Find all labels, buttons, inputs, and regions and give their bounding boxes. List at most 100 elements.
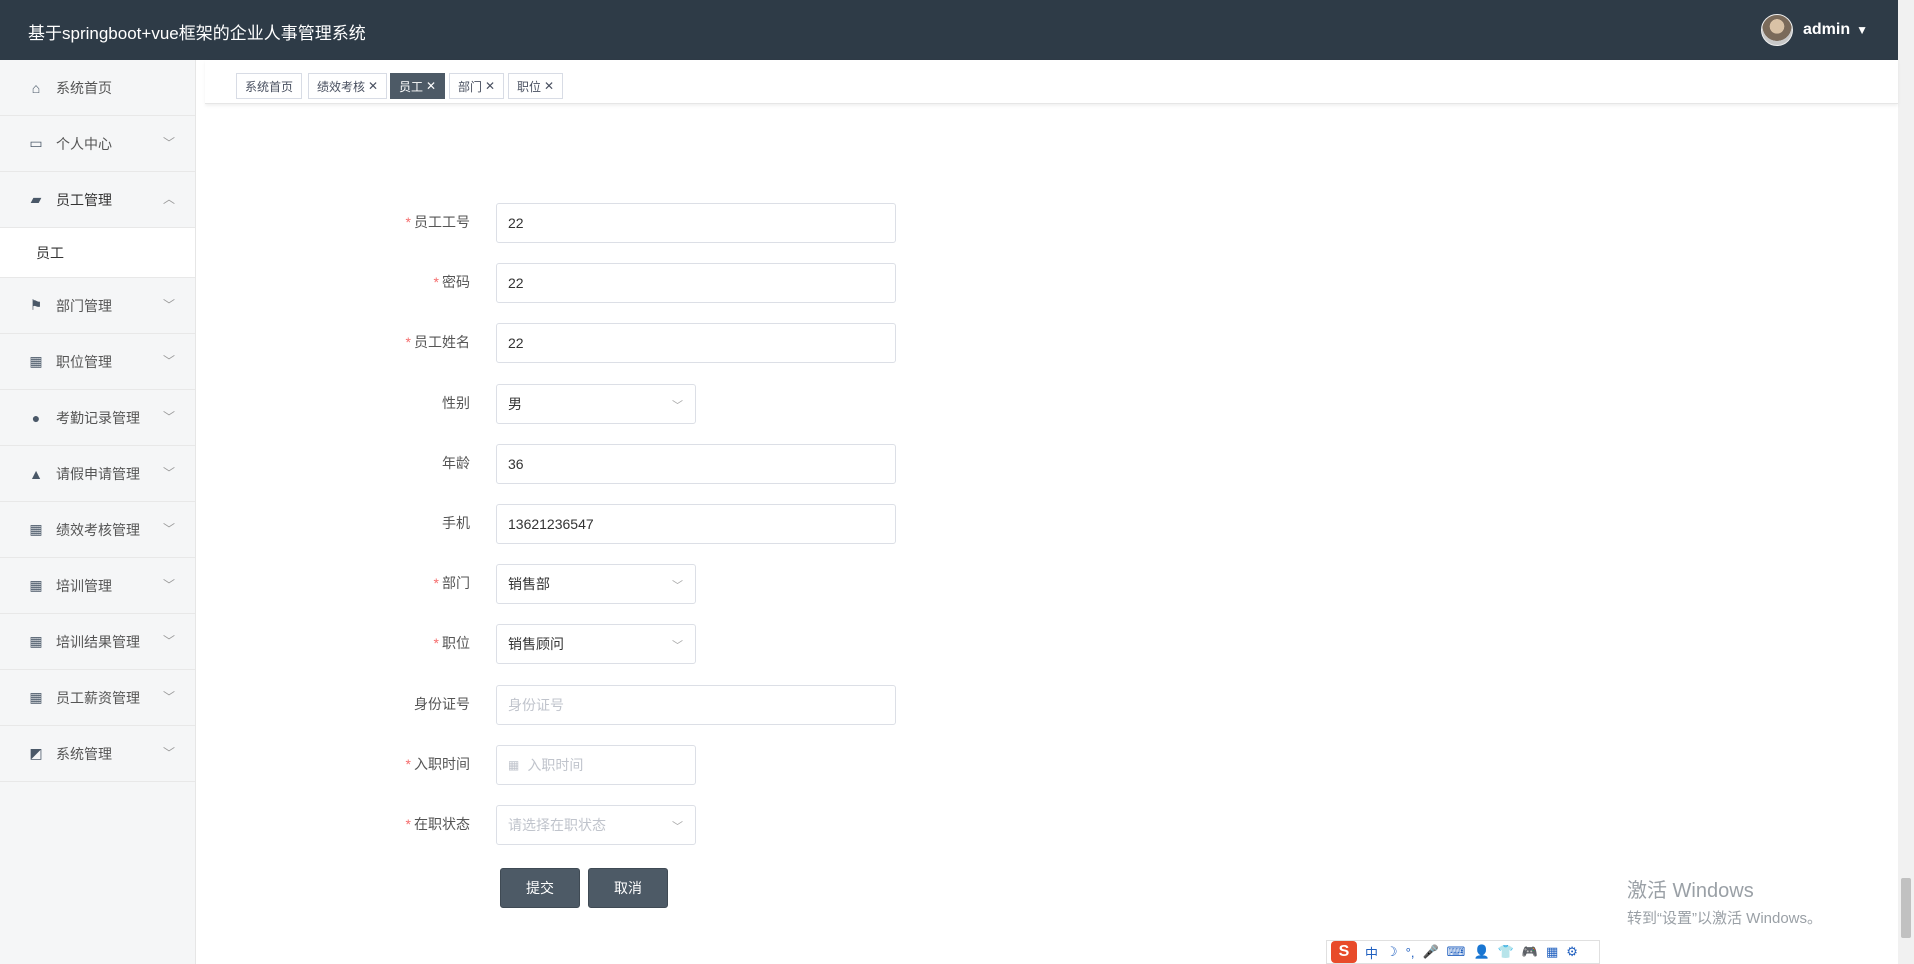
ime-mode-toggle[interactable]: 中 bbox=[1365, 943, 1378, 962]
keyboard-icon[interactable]: ⌨ bbox=[1447, 944, 1466, 960]
tab-label: 职位 bbox=[517, 79, 542, 94]
date-placeholder: 入职时间 bbox=[527, 757, 584, 773]
sidebar-item-training-result[interactable]: ▦ 培训结果管理 ﹀ bbox=[0, 614, 195, 670]
tab-position[interactable]: 职位 ✕ bbox=[508, 73, 564, 99]
field-label: * 员工姓名 bbox=[405, 334, 470, 350]
apps-icon[interactable]: ▦ bbox=[1546, 944, 1558, 960]
field-label: 性别 bbox=[442, 395, 470, 411]
field-employment-status: * 在职状态 请选择在职状态 ﹀ bbox=[380, 802, 900, 845]
sidebar-item-profile[interactable]: ▭ 个人中心 ﹀ bbox=[0, 116, 195, 172]
chevron-down-icon: ﹀ bbox=[672, 400, 683, 412]
microphone-icon[interactable]: 🎤 bbox=[1422, 944, 1438, 960]
id-card-input[interactable]: 身份证号 bbox=[496, 685, 896, 725]
settings-icon[interactable]: ⚙ bbox=[1566, 944, 1578, 960]
field-phone: 手机 13621236547 bbox=[380, 501, 900, 544]
close-icon[interactable]: ✕ bbox=[485, 79, 495, 93]
watermark-line2: 转到“设置”以激活 Windows。 bbox=[1627, 910, 1823, 927]
submit-button[interactable]: 提交 bbox=[500, 868, 580, 908]
punctuation-icon[interactable]: °, bbox=[1406, 945, 1415, 960]
chevron-down-icon: ﹀ bbox=[162, 634, 175, 648]
sidebar-item-employee-mgmt[interactable]: ▰ 员工管理 ︿ bbox=[0, 172, 195, 228]
sidebar-subitem-employee[interactable]: 员工 bbox=[0, 228, 195, 278]
ime-toolbar[interactable]: S 中 ☽ °, 🎤 ⌨ 👤 👕 🎮 ▦ ⚙ bbox=[1326, 940, 1600, 964]
password-input[interactable]: 22 bbox=[496, 263, 896, 303]
close-icon[interactable]: ✕ bbox=[368, 79, 378, 93]
field-label: * 密码 bbox=[433, 274, 470, 290]
sidebar-item-label: 培训结果管理 bbox=[56, 633, 140, 650]
card-icon: ▭ bbox=[29, 135, 43, 151]
sidebar-item-label: 员工薪资管理 bbox=[56, 689, 140, 706]
sidebar-item-training[interactable]: ▦ 培训管理 ﹀ bbox=[0, 558, 195, 614]
windows-activation-watermark: 激活 Windows 转到“设置”以激活 Windows。 bbox=[1627, 874, 1822, 928]
tab-label: 员工 bbox=[399, 79, 424, 94]
field-label: 手机 bbox=[442, 515, 470, 531]
chevron-up-icon: ︿ bbox=[162, 192, 175, 206]
game-icon[interactable]: 🎮 bbox=[1522, 944, 1538, 960]
sidebar-item-attendance[interactable]: ● 考勤记录管理 ﹀ bbox=[0, 390, 195, 446]
tab-department[interactable]: 部门 ✕ bbox=[449, 73, 505, 99]
age-input[interactable]: 36 bbox=[496, 444, 896, 484]
select-value: 男 bbox=[508, 396, 522, 412]
moon-icon[interactable]: ☽ bbox=[1386, 944, 1398, 960]
required-mark: * bbox=[405, 756, 411, 772]
field-label: * 在职状态 bbox=[405, 816, 470, 832]
required-mark: * bbox=[405, 816, 411, 832]
flag-icon: ⚑ bbox=[29, 297, 43, 313]
tab-performance[interactable]: 绩效考核 ✕ bbox=[308, 73, 388, 99]
tab-label: 部门 bbox=[458, 79, 483, 94]
tab-employee[interactable]: 员工 ✕ bbox=[390, 73, 446, 99]
tab-label: 系统首页 bbox=[245, 79, 294, 94]
sidebar-item-label: 考勤记录管理 bbox=[56, 409, 140, 426]
sidebar-item-label: 请假申请管理 bbox=[56, 465, 140, 482]
user-icon: ● bbox=[31, 409, 41, 426]
department-select[interactable]: 销售部 ﹀ bbox=[496, 564, 696, 604]
ticket-icon: ▰ bbox=[30, 191, 42, 207]
position-select[interactable]: 销售顾问 ﹀ bbox=[496, 624, 696, 664]
field-department: * 部门 销售部 ﹀ bbox=[380, 561, 900, 604]
phone-input[interactable]: 13621236547 bbox=[496, 504, 896, 544]
chevron-down-icon: ﹀ bbox=[162, 578, 175, 592]
chevron-down-icon: ﹀ bbox=[162, 298, 175, 312]
close-icon[interactable]: ✕ bbox=[544, 79, 554, 93]
field-label: 身份证号 bbox=[414, 696, 470, 712]
sidebar-item-salary[interactable]: ▦ 员工薪资管理 ﹀ bbox=[0, 670, 195, 726]
tags-view: 系统首页 绩效考核 ✕ 员工 ✕ 部门 ✕ 职位 ✕ bbox=[205, 60, 1898, 104]
sidebar-item-department[interactable]: ⚑ 部门管理 ﹀ bbox=[0, 278, 195, 334]
employee-name-input[interactable]: 22 bbox=[496, 323, 896, 363]
select-value: 销售部 bbox=[508, 576, 550, 592]
user-menu[interactable]: admin ▼ bbox=[1760, 14, 1868, 46]
chevron-down-icon: ﹀ bbox=[162, 410, 175, 424]
username[interactable]: admin bbox=[1803, 21, 1850, 39]
sogou-logo-icon[interactable]: S bbox=[1331, 941, 1357, 963]
sidebar-item-label: 培训管理 bbox=[56, 577, 112, 594]
sidebar-item-leave[interactable]: ▲ 请假申请管理 ﹀ bbox=[0, 446, 195, 502]
sidebar-item-position[interactable]: ▦ 职位管理 ﹀ bbox=[0, 334, 195, 390]
page-scrollbar[interactable] bbox=[1898, 0, 1914, 964]
sidebar-item-system[interactable]: ◩ 系统管理 ﹀ bbox=[0, 726, 195, 782]
chevron-down-icon: ﹀ bbox=[162, 746, 175, 760]
chevron-down-icon: ﹀ bbox=[672, 580, 683, 592]
field-password: * 密码 22 bbox=[380, 260, 900, 303]
close-icon[interactable]: ✕ bbox=[426, 79, 436, 93]
avatar[interactable] bbox=[1760, 14, 1793, 46]
required-mark: * bbox=[433, 635, 439, 651]
employment-status-select[interactable]: 请选择在职状态 ﹀ bbox=[496, 805, 696, 845]
skin-icon[interactable]: 👕 bbox=[1498, 944, 1514, 960]
cancel-button[interactable]: 取消 bbox=[588, 868, 668, 908]
employee-id-input[interactable]: 22 bbox=[496, 203, 896, 243]
user-icon[interactable]: 👤 bbox=[1473, 944, 1489, 960]
select-value: 销售顾问 bbox=[508, 636, 564, 652]
hire-date-picker[interactable]: ▦ 入职时间 bbox=[496, 745, 696, 785]
tab-home[interactable]: 系统首页 bbox=[236, 73, 303, 99]
app-title: 基于springboot+vue框架的企业人事管理系统 bbox=[28, 24, 366, 43]
chart-icon: ◩ bbox=[29, 745, 43, 761]
gender-select[interactable]: 男 ﹀ bbox=[496, 384, 696, 424]
scrollbar-thumb[interactable] bbox=[1901, 878, 1911, 938]
caret-down-icon[interactable]: ▼ bbox=[1856, 23, 1868, 37]
field-hire-date: * 入职时间 ▦ 入职时间 bbox=[380, 742, 900, 785]
sidebar-item-performance[interactable]: ▦ 绩效考核管理 ﹀ bbox=[0, 502, 195, 558]
sidebar-item-home[interactable]: ⌂ 系统首页 bbox=[0, 60, 195, 116]
required-mark: * bbox=[405, 214, 411, 230]
field-employee-name: * 员工姓名 22 bbox=[380, 320, 900, 363]
sidebar-item-label: 系统首页 bbox=[56, 79, 112, 96]
